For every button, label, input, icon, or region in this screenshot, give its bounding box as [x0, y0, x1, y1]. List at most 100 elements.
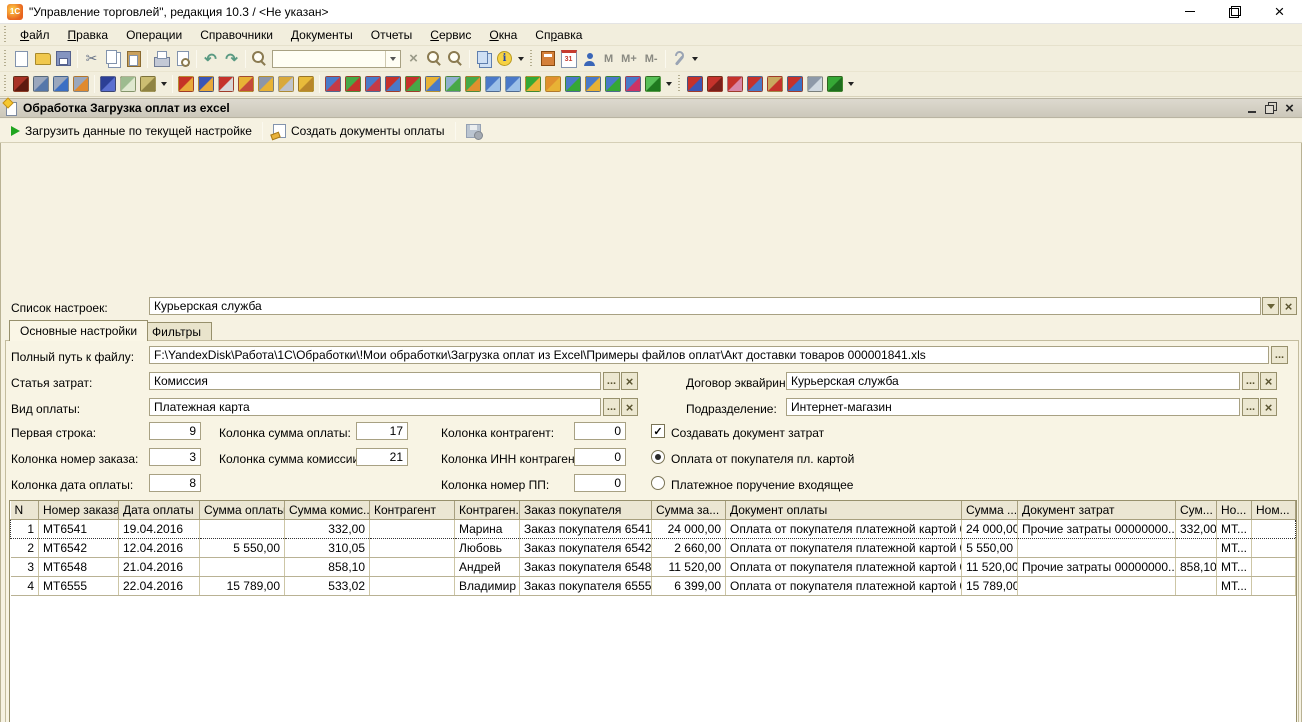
menu-item-help[interactable]: Справка — [526, 25, 591, 45]
cell[interactable] — [1252, 577, 1296, 596]
remove-money-icon[interactable] — [545, 76, 561, 92]
cash-register-icon[interactable] — [140, 76, 156, 92]
cell[interactable]: Марина — [455, 520, 520, 539]
cell[interactable]: 11 520,00 — [652, 558, 726, 577]
cell[interactable] — [1018, 539, 1176, 558]
menu-item-references[interactable]: Справочники — [191, 25, 282, 45]
banknote-icon[interactable] — [120, 76, 136, 92]
approve-document-icon[interactable] — [565, 76, 581, 92]
report-registry-icon[interactable] — [807, 76, 823, 92]
cell[interactable]: Оплата от покупателя платежной картой 0.… — [726, 520, 962, 539]
customer-invoices-icon[interactable] — [238, 76, 254, 92]
memory-minus-button[interactable]: M- — [641, 48, 662, 69]
department-clear-button[interactable]: × — [1260, 398, 1277, 416]
pp-number-column-input[interactable] — [574, 474, 626, 492]
cell[interactable] — [1252, 558, 1296, 577]
customer-orders-icon[interactable] — [198, 76, 214, 92]
service-settings-icon[interactable] — [669, 48, 690, 69]
cell[interactable]: 24 000,00 — [652, 520, 726, 539]
menu-item-edit[interactable]: Правка — [59, 25, 118, 45]
payment-by-card-radio[interactable] — [651, 450, 665, 464]
save-settings-button[interactable] — [459, 120, 488, 142]
cash-documents-icon[interactable] — [298, 76, 314, 92]
report-stock-icon[interactable] — [747, 76, 763, 92]
first-row-input[interactable] — [149, 422, 201, 440]
cell[interactable]: 533,02 — [285, 577, 370, 596]
sales-documents-icon[interactable] — [325, 76, 341, 92]
menu-item-operations[interactable]: Операции — [117, 25, 191, 45]
clear-search-icon[interactable] — [403, 48, 424, 69]
inventory-icon[interactable] — [445, 76, 461, 92]
table-row[interactable]: 3МТ654821.04.2016858,10АндрейЗаказ покуп… — [11, 558, 1296, 577]
structure-icon[interactable] — [645, 76, 661, 92]
cell[interactable]: МТ6542 — [39, 539, 119, 558]
user-permissions-icon[interactable] — [579, 48, 600, 69]
cell[interactable]: 2 — [11, 539, 39, 558]
undo-icon[interactable] — [200, 48, 221, 69]
search-icon[interactable] — [249, 48, 270, 69]
commission-sum-column-input[interactable] — [356, 448, 408, 466]
cell[interactable]: 3 — [11, 558, 39, 577]
print-blue-icon[interactable] — [33, 76, 49, 92]
counterparty-column-input[interactable] — [574, 422, 626, 440]
cell[interactable]: МТ... — [1217, 577, 1252, 596]
cell[interactable]: Любовь — [455, 539, 520, 558]
cell[interactable]: Заказ покупателя 6541 ... — [520, 520, 652, 539]
cell[interactable]: 858,10 — [1176, 558, 1217, 577]
settings-dropdown-button[interactable] — [1262, 297, 1279, 315]
print-preview-icon[interactable] — [172, 48, 193, 69]
cell[interactable] — [1176, 539, 1217, 558]
report-customers-icon[interactable] — [687, 76, 703, 92]
settings-list-input[interactable] — [149, 297, 1261, 315]
cell[interactable]: Прочие затраты 00000000... — [1018, 520, 1176, 539]
find-next-icon[interactable] — [424, 48, 445, 69]
tab-filters[interactable]: Фильтры — [141, 322, 212, 340]
menu-item-file[interactable]: Файл — [11, 25, 59, 45]
paste-icon[interactable] — [123, 48, 144, 69]
cell[interactable]: МТ... — [1217, 539, 1252, 558]
cell[interactable]: 22.04.2016 — [119, 577, 200, 596]
cell[interactable]: Заказ покупателя 6555 ... — [520, 577, 652, 596]
search-dropdown-icon[interactable] — [385, 51, 400, 67]
menu-grip[interactable] — [2, 26, 7, 44]
payment-type-clear-button[interactable]: × — [621, 398, 638, 416]
cell[interactable]: 21.04.2016 — [119, 558, 200, 577]
cell[interactable]: МТ... — [1217, 558, 1252, 577]
report-sales-icon[interactable] — [707, 76, 723, 92]
goods-writeoff-icon[interactable] — [405, 76, 421, 92]
cell[interactable]: 858,10 — [285, 558, 370, 577]
menu-item-windows[interactable]: Окна — [480, 25, 526, 45]
document-manager-icon[interactable] — [625, 76, 641, 92]
payment-date-column-input[interactable] — [149, 474, 201, 492]
menu-item-service[interactable]: Сервис — [421, 25, 480, 45]
cell[interactable]: 332,00 — [1176, 520, 1217, 539]
new-document-icon[interactable] — [11, 48, 32, 69]
copy-special-icon[interactable] — [473, 48, 494, 69]
add-money-icon[interactable] — [525, 76, 541, 92]
find-previous-icon[interactable] — [445, 48, 466, 69]
memory-plus-button[interactable]: M+ — [617, 48, 641, 69]
payment-type-browse-button[interactable]: ... — [603, 398, 620, 416]
minimize-button[interactable] — [1167, 0, 1212, 24]
toolbar-grip[interactable] — [528, 50, 533, 68]
create-payment-documents-button[interactable]: Создать документы оплаты — [266, 120, 452, 142]
cell[interactable] — [370, 577, 455, 596]
cell[interactable]: Оплата от покупателя платежной картой 0.… — [726, 558, 962, 577]
cell[interactable]: Владимир ... — [455, 577, 520, 596]
cell[interactable]: 19.04.2016 — [119, 520, 200, 539]
cell[interactable]: 15 789,00 — [962, 577, 1018, 596]
cell[interactable]: Заказ покупателя 6542 ... — [520, 539, 652, 558]
child-close-button[interactable] — [1281, 101, 1298, 116]
department-browse-button[interactable]: ... — [1242, 398, 1259, 416]
service-dropdown-icon[interactable] — [690, 48, 701, 69]
structure-dropdown-icon[interactable] — [663, 74, 674, 95]
report-managers-icon[interactable] — [727, 76, 743, 92]
file-path-input[interactable] — [149, 346, 1269, 364]
toolbar-grip[interactable] — [2, 75, 7, 93]
child-restore-button[interactable] — [1262, 101, 1279, 116]
file-browse-button[interactable]: ... — [1271, 346, 1288, 364]
payment-type-input[interactable] — [149, 398, 601, 416]
cost-item-clear-button[interactable]: × — [621, 372, 638, 390]
table-row[interactable]: 1МТ654119.04.2016332,00МаринаЗаказ покуп… — [11, 520, 1296, 539]
memory-button[interactable]: M — [600, 48, 617, 69]
